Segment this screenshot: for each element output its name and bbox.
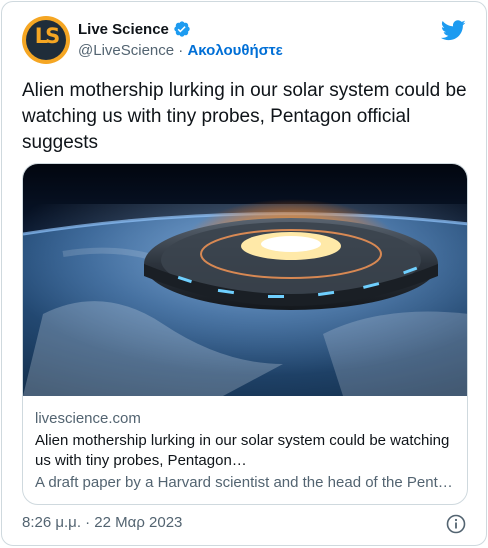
tweet-embed: LS Live Science @LiveScience · Ακολουθήσ… bbox=[1, 1, 487, 546]
link-card[interactable]: livescience.com Alien mothership lurking… bbox=[22, 163, 468, 505]
author-info: Live Science @LiveScience · Ακολουθήστε bbox=[78, 19, 283, 60]
avatar[interactable]: LS bbox=[22, 16, 70, 64]
separator-dot: · bbox=[174, 42, 188, 59]
twitter-bird-icon[interactable] bbox=[441, 20, 466, 41]
card-image[interactable] bbox=[23, 164, 468, 396]
tweet-timestamp[interactable]: 8:26 μ.μ. · 22 Μαρ 2023 bbox=[22, 514, 182, 531]
tweet-header: LS Live Science @LiveScience · Ακολουθήσ… bbox=[22, 16, 466, 68]
tweet-footer: 8:26 μ.μ. · 22 Μαρ 2023 bbox=[22, 514, 466, 534]
card-title[interactable]: Alien mothership lurking in our solar sy… bbox=[35, 431, 455, 471]
author-handle[interactable]: @LiveScience bbox=[78, 42, 174, 59]
author-display-name[interactable]: Live Science bbox=[78, 21, 169, 38]
info-icon[interactable] bbox=[446, 514, 466, 534]
author-subline: @LiveScience · Ακολουθήστε bbox=[78, 42, 283, 59]
card-body: livescience.com Alien mothership lurking… bbox=[35, 409, 455, 493]
card-domain: livescience.com bbox=[35, 410, 141, 427]
follow-link[interactable]: Ακολουθήστε bbox=[187, 42, 282, 59]
verified-badge-icon bbox=[174, 21, 190, 37]
avatar-logo: LS bbox=[34, 24, 61, 48]
tweet-text: Alien mothership lurking in our solar sy… bbox=[22, 80, 467, 153]
card-description: A draft paper by a Harvard scientist and… bbox=[35, 474, 453, 491]
